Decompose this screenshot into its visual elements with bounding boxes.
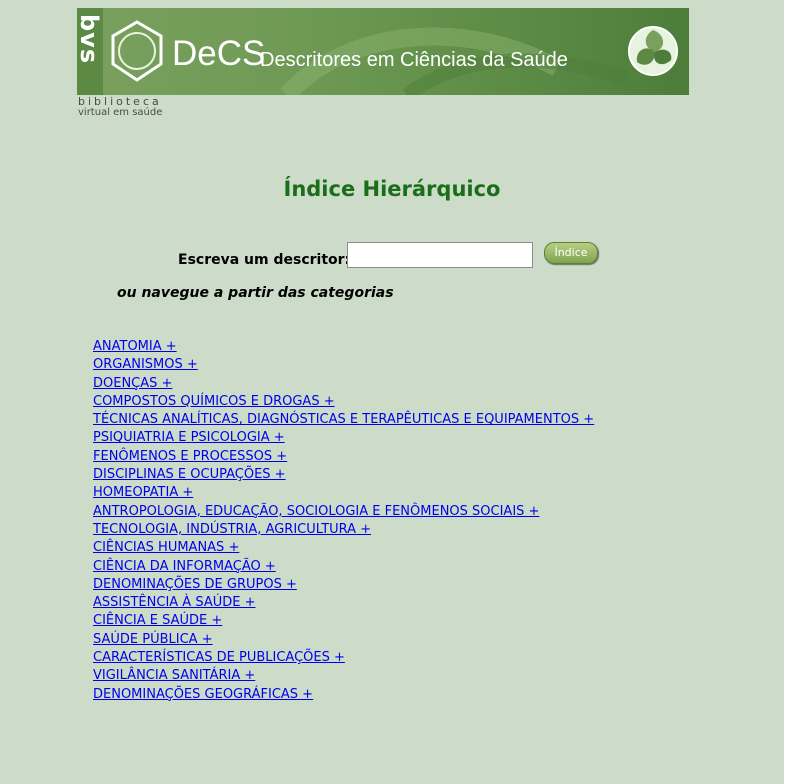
category-link-ciencia-saude[interactable]: CIÊNCIA E SAÚDE + bbox=[93, 613, 222, 628]
list-item: CARACTERÍSTICAS DE PUBLICAÇÕES + bbox=[93, 647, 594, 665]
list-item: VIGILÂNCIA SANITÁRIA + bbox=[93, 665, 594, 683]
list-item: CIÊNCIAS HUMANAS + bbox=[93, 537, 594, 555]
list-item: SAÚDE PÚBLICA + bbox=[93, 629, 594, 647]
category-link-compostos-quimicos[interactable]: COMPOSTOS QUÍMICOS E DROGAS + bbox=[93, 394, 335, 409]
list-item: TÉCNICAS ANALÍTICAS, DIAGNÓSTICAS E TERA… bbox=[93, 409, 594, 427]
caption-biblioteca: biblioteca bbox=[78, 95, 162, 108]
category-link-ciencias-humanas[interactable]: CIÊNCIAS HUMANAS + bbox=[93, 540, 239, 555]
caption-virtual-em-saude: virtual em saúde bbox=[78, 107, 163, 118]
list-item: ANTROPOLOGIA, EDUCAÇÃO, SOCIOLOGIA E FEN… bbox=[93, 501, 594, 519]
descriptor-input[interactable] bbox=[347, 242, 533, 268]
category-link-denominacoes-geograficas[interactable]: DENOMINAÇÕES GEOGRÁFICAS + bbox=[93, 687, 313, 702]
list-item: TECNOLOGIA, INDÚSTRIA, AGRICULTURA + bbox=[93, 519, 594, 537]
browse-categories-note: ou navegue a partir das categorias bbox=[117, 285, 394, 301]
list-item: DISCIPLINAS E OCUPAÇÕES + bbox=[93, 464, 594, 482]
page-title: Índice Hierárquico bbox=[283, 177, 501, 201]
list-item: ANATOMIA + bbox=[93, 336, 594, 354]
category-link-fenomenos-processos[interactable]: FENÔMENOS E PROCESSOS + bbox=[93, 449, 287, 464]
descriptor-label: Escreva um descritor: bbox=[178, 252, 351, 268]
list-item: PSIQUIATRIA E PSICOLOGIA + bbox=[93, 427, 594, 445]
list-item: ASSISTÊNCIA À SAÚDE + bbox=[93, 592, 594, 610]
list-item: DOENÇAS + bbox=[93, 373, 594, 391]
category-link-anatomia[interactable]: ANATOMIA + bbox=[93, 339, 177, 354]
category-list: ANATOMIA + ORGANISMOS + DOENÇAS + COMPOS… bbox=[93, 336, 594, 702]
list-item: HOMEOPATIA + bbox=[93, 482, 594, 500]
decs-logo-text: DeCS bbox=[172, 34, 266, 73]
category-link-homeopatia[interactable]: HOMEOPATIA + bbox=[93, 485, 193, 500]
list-item: COMPOSTOS QUÍMICOS E DROGAS + bbox=[93, 391, 594, 409]
list-item: DENOMINAÇÕES DE GRUPOS + bbox=[93, 574, 594, 592]
bvs-ring-icon bbox=[111, 20, 163, 82]
list-item: DENOMINAÇÕES GEOGRÁFICAS + bbox=[93, 684, 594, 702]
category-link-disciplinas[interactable]: DISCIPLINAS E OCUPAÇÕES + bbox=[93, 467, 286, 482]
category-link-tecnologia[interactable]: TECNOLOGIA, INDÚSTRIA, AGRICULTURA + bbox=[93, 522, 371, 537]
category-link-vigilancia-sanitaria[interactable]: VIGILÂNCIA SANITÁRIA + bbox=[93, 668, 255, 683]
bvs-logo-text: bvs bbox=[77, 14, 103, 65]
category-link-psiquiatria[interactable]: PSIQUIATRIA E PSICOLOGIA + bbox=[93, 430, 285, 445]
category-link-assistencia-saude[interactable]: ASSISTÊNCIA À SAÚDE + bbox=[93, 595, 255, 610]
category-link-caracteristicas-publicacoes[interactable]: CARACTERÍSTICAS DE PUBLICAÇÕES + bbox=[93, 650, 345, 665]
category-link-doencas[interactable]: DOENÇAS + bbox=[93, 376, 172, 391]
category-link-denominacoes-grupos[interactable]: DENOMINAÇÕES DE GRUPOS + bbox=[93, 577, 297, 592]
list-item: CIÊNCIA DA INFORMAÇÃO + bbox=[93, 556, 594, 574]
triskelion-logo-icon bbox=[628, 26, 678, 76]
list-item: FENÔMENOS E PROCESSOS + bbox=[93, 446, 594, 464]
category-link-tecnicas-analiticas[interactable]: TÉCNICAS ANALÍTICAS, DIAGNÓSTICAS E TERA… bbox=[93, 412, 594, 427]
banner-subtitle: Descritores em Ciências da Saúde bbox=[260, 49, 568, 71]
category-link-saude-publica[interactable]: SAÚDE PÚBLICA + bbox=[93, 632, 213, 647]
category-link-organismos[interactable]: ORGANISMOS + bbox=[93, 357, 198, 372]
decs-banner: bvs DeCS Descritores em Ciências da Saúd… bbox=[77, 8, 689, 95]
category-link-ciencia-informacao[interactable]: CIÊNCIA DA INFORMAÇÃO + bbox=[93, 559, 276, 574]
bvs-caption: biblioteca virtual em saúde bbox=[78, 96, 162, 118]
page-background: bvs DeCS Descritores em Ciências da Saúd… bbox=[0, 0, 784, 784]
category-link-antropologia[interactable]: ANTROPOLOGIA, EDUCAÇÃO, SOCIOLOGIA E FEN… bbox=[93, 504, 539, 519]
list-item: ORGANISMOS + bbox=[93, 354, 594, 372]
indice-button[interactable]: Índice bbox=[544, 242, 598, 264]
list-item: CIÊNCIA E SAÚDE + bbox=[93, 610, 594, 628]
